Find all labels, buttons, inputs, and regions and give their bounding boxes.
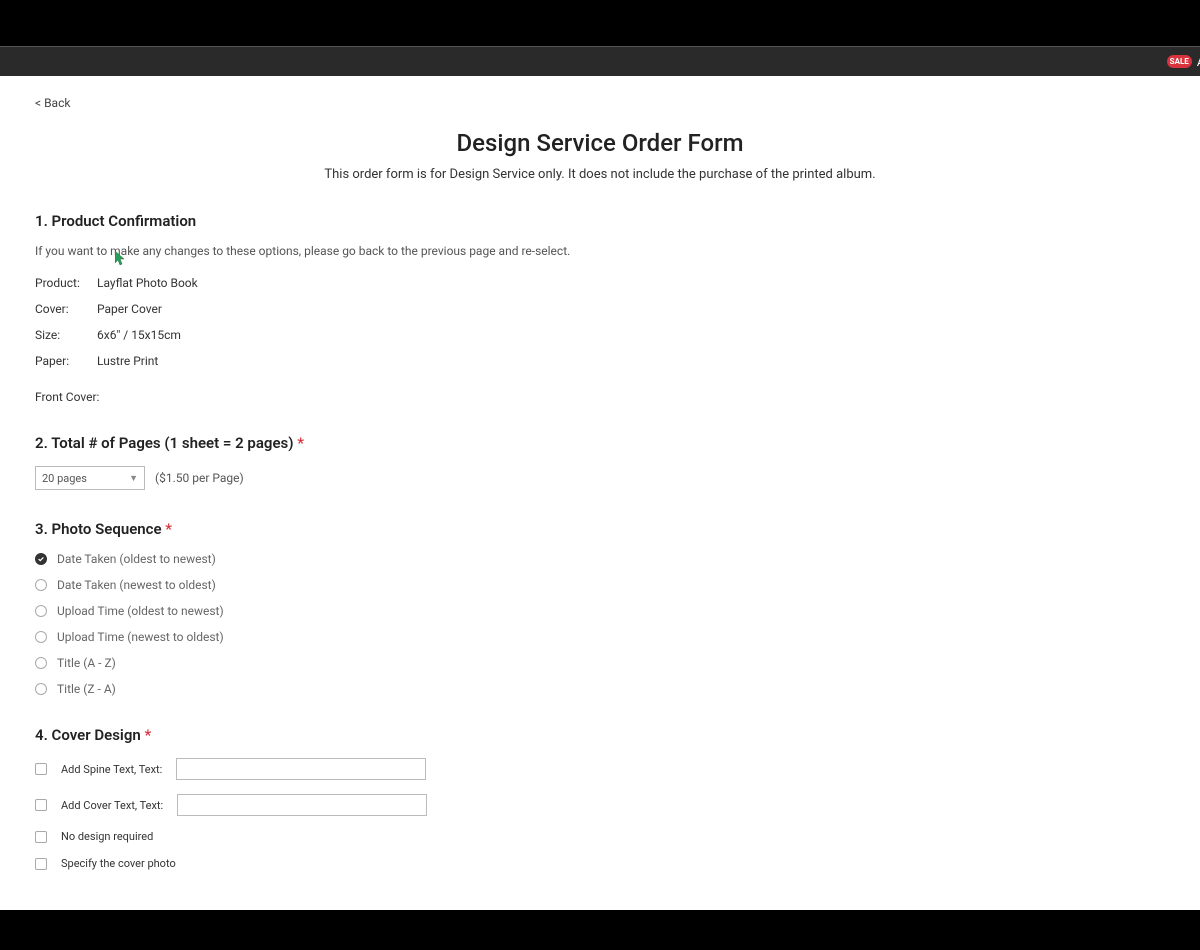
field-front-cover: Front Cover: — [35, 390, 1165, 404]
cover-text-label: Add Cover Text, Text: — [61, 799, 163, 812]
radio-label: Upload Time (oldest to newest) — [57, 604, 224, 618]
section-total-pages: 2. Total # of Pages (1 sheet = 2 pages) … — [35, 434, 1165, 490]
spine-text-checkbox[interactable] — [35, 763, 47, 775]
radio-option[interactable]: Date Taken (oldest to newest) — [35, 552, 1165, 566]
chevron-down-icon: ▼ — [129, 473, 138, 484]
radio-label: Date Taken (oldest to newest) — [57, 552, 216, 566]
specify-cover-row: Specify the cover photo — [35, 857, 1165, 870]
content-area: < Back Design Service Order Form This or… — [0, 76, 1200, 910]
radio-option[interactable]: Date Taken (newest to oldest) — [35, 578, 1165, 592]
field-cover: Cover: Paper Cover — [35, 302, 1165, 316]
size-label: Size: — [35, 328, 97, 342]
section3-heading-text: 3. Photo Sequence — [35, 520, 165, 538]
cover-text-row: Add Cover Text, Text: — [35, 794, 1165, 816]
radio-label: Upload Time (newest to oldest) — [57, 630, 224, 644]
section1-heading: 1. Product Confirmation — [35, 212, 1165, 230]
paper-value: Lustre Print — [97, 354, 158, 368]
bottom-black-bar — [0, 910, 1200, 950]
radio-label: Title (A - Z) — [57, 656, 116, 670]
section-product-confirmation: 1. Product Confirmation If you want to m… — [35, 212, 1165, 404]
field-product: Product: Layflat Photo Book — [35, 276, 1165, 290]
section3-heading: 3. Photo Sequence * — [35, 520, 1165, 538]
radio-option[interactable]: Upload Time (oldest to newest) — [35, 604, 1165, 618]
cover-value: Paper Cover — [97, 302, 162, 316]
no-design-row: No design required — [35, 830, 1165, 843]
specify-cover-label: Specify the cover photo — [61, 857, 176, 870]
sale-badge: SALE — [1167, 55, 1192, 68]
radio-icon — [35, 605, 47, 617]
section4-heading: 4. Cover Design * — [35, 726, 1165, 744]
cover-text-input[interactable] — [177, 794, 427, 816]
section4-heading-text: 4. Cover Design — [35, 726, 144, 744]
spine-text-row: Add Spine Text, Text: — [35, 758, 1165, 780]
radio-icon — [35, 579, 47, 591]
required-star: * — [297, 434, 304, 452]
size-value: 6x6" / 15x15cm — [97, 328, 181, 342]
section1-note: If you want to make any changes to these… — [35, 244, 1165, 258]
product-value: Layflat Photo Book — [97, 276, 198, 290]
radio-option[interactable]: Title (Z - A) — [35, 682, 1165, 696]
pages-select[interactable]: 20 pages ▼ — [35, 466, 145, 490]
pages-select-value: 20 pages — [42, 472, 87, 485]
radio-icon — [35, 631, 47, 643]
no-design-label: No design required — [61, 830, 153, 843]
radio-option[interactable]: Title (A - Z) — [35, 656, 1165, 670]
promo-bar: SALE Aniv — [0, 46, 1200, 76]
specify-cover-checkbox[interactable] — [35, 858, 47, 870]
photo-sequence-radio-list: Date Taken (oldest to newest) Date Taken … — [35, 552, 1165, 696]
required-star: * — [144, 726, 151, 744]
back-link[interactable]: < Back — [35, 96, 70, 110]
section-photo-sequence: 3. Photo Sequence * Date Taken (oldest t… — [35, 520, 1165, 696]
spine-text-label: Add Spine Text, Text: — [61, 763, 162, 776]
top-black-bar — [0, 0, 1200, 46]
radio-icon — [35, 553, 47, 565]
required-star: * — [165, 520, 172, 538]
cover-label: Cover: — [35, 302, 97, 316]
no-design-checkbox[interactable] — [35, 831, 47, 843]
field-size: Size: 6x6" / 15x15cm — [35, 328, 1165, 342]
section-cover-design: 4. Cover Design * Add Spine Text, Text: … — [35, 726, 1165, 870]
radio-label: Title (Z - A) — [57, 682, 116, 696]
paper-label: Paper: — [35, 354, 97, 368]
field-paper: Paper: Lustre Print — [35, 354, 1165, 368]
cover-text-checkbox[interactable] — [35, 799, 47, 811]
radio-option[interactable]: Upload Time (newest to oldest) — [35, 630, 1165, 644]
price-per-page: ($1.50 per Page) — [155, 471, 244, 485]
radio-icon — [35, 657, 47, 669]
radio-icon — [35, 683, 47, 695]
section2-heading: 2. Total # of Pages (1 sheet = 2 pages) … — [35, 434, 1165, 452]
page-subtitle: This order form is for Design Service on… — [35, 167, 1165, 182]
spine-text-input[interactable] — [176, 758, 426, 780]
front-cover-label: Front Cover: — [35, 390, 99, 404]
section2-heading-text: 2. Total # of Pages (1 sheet = 2 pages) — [35, 434, 297, 452]
page-title: Design Service Order Form — [35, 129, 1165, 157]
radio-label: Date Taken (newest to oldest) — [57, 578, 216, 592]
product-label: Product: — [35, 276, 97, 290]
